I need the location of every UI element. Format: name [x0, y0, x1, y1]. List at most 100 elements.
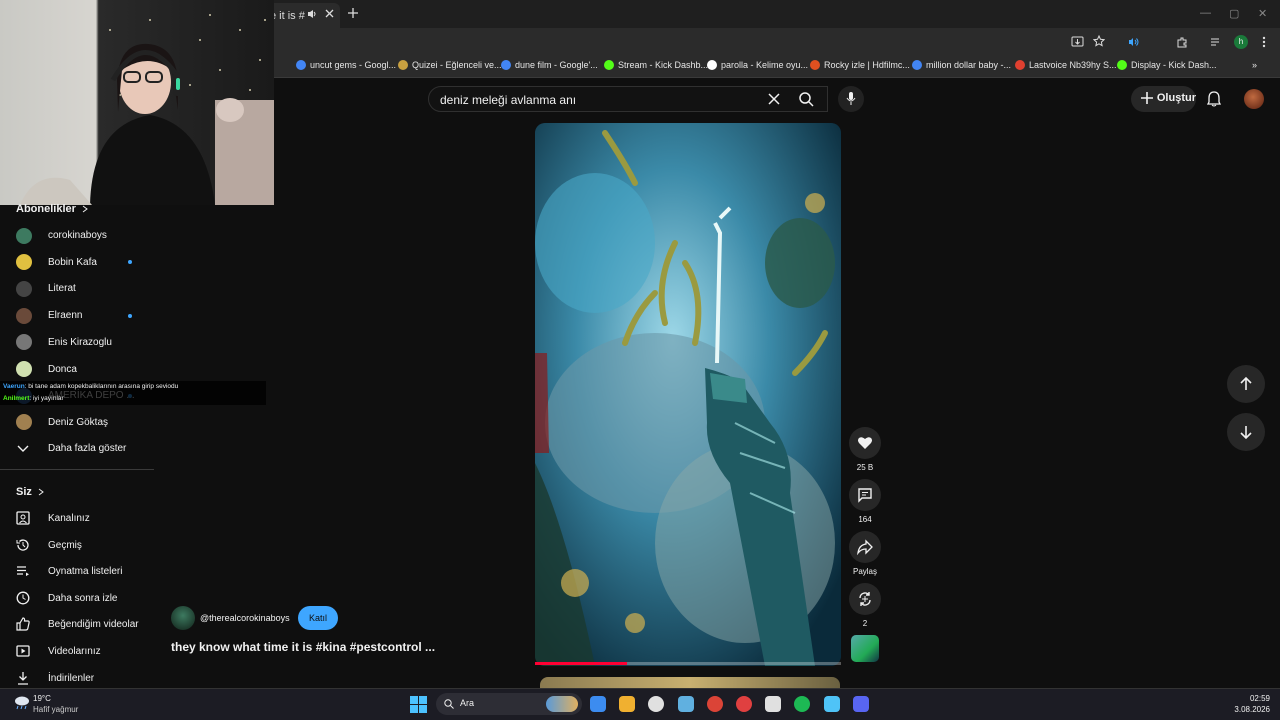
channel-avatar [16, 334, 32, 351]
clock-date[interactable]: 3.08.2026 [1228, 705, 1270, 714]
next-short-button[interactable] [1227, 413, 1265, 451]
clock-time[interactable]: 02:59 [1240, 694, 1270, 703]
subscription-label: Donca [48, 363, 77, 375]
bookmark-item[interactable]: dune film - Google'... [501, 60, 598, 70]
weather-temperature: 19°C [33, 694, 51, 703]
app-icon[interactable] [765, 696, 782, 712]
share-button[interactable] [849, 531, 881, 563]
short-title[interactable]: they know what time it is #kina #pestcon… [171, 640, 435, 654]
bookmark-item[interactable]: uncut gems - Googl... [296, 60, 396, 70]
you-item-label: İndirilenler [48, 672, 95, 684]
bookmark-item[interactable]: Stream - Kick Dashb... [604, 60, 708, 70]
clear-search-icon[interactable] [768, 93, 780, 105]
bookmark-star-icon[interactable] [1093, 35, 1105, 47]
discord-app-icon[interactable] [852, 696, 869, 712]
stream-chat-overlay: Vaerun: bi tane adam kopekbaliklarının a… [0, 381, 266, 405]
chrome-app-icon[interactable] [706, 696, 723, 712]
subscription-label: Deniz Göktaş [48, 416, 109, 428]
new-tab-icon[interactable] [348, 8, 358, 18]
subscription-item[interactable]: Enis Kirazoglu [0, 329, 154, 356]
taskbar-search-label: Ara [460, 698, 475, 708]
subscription-item[interactable]: Elraenn [0, 302, 154, 329]
account-avatar[interactable] [1244, 89, 1264, 109]
sidebar-divider [0, 469, 154, 470]
you-heading[interactable]: Siz [16, 486, 44, 498]
search-icon [444, 699, 454, 709]
subscription-item[interactable]: Bobin Kafa [0, 249, 154, 276]
bookmark-favicon-icon [912, 60, 922, 70]
speaker-icon[interactable] [307, 9, 317, 19]
like-button[interactable] [849, 427, 881, 459]
chat-message: Vaerun: bi tane adam kopekbaliklarının a… [3, 381, 266, 393]
more-bookmarks-icon[interactable]: » [1252, 60, 1257, 70]
underwater-video-frame [535, 123, 841, 666]
remix-button[interactable] [849, 583, 881, 615]
subscriptions-title: Abonelikler [16, 203, 76, 215]
heart-icon [858, 437, 872, 449]
channel-avatar [16, 414, 32, 431]
audio-extension-icon[interactable] [1127, 36, 1139, 48]
channel-name[interactable]: @therealcorokinaboys [200, 613, 290, 623]
channel-avatar [16, 361, 32, 377]
weather-rain-icon[interactable] [13, 694, 31, 710]
bookmark-item[interactable]: Rocky izle | Hdfilmc... [810, 60, 910, 70]
sound-thumbnail[interactable] [851, 635, 879, 662]
minimize-icon[interactable]: — [1200, 7, 1211, 19]
chat-username: Vaerun [3, 383, 25, 390]
install-app-icon[interactable] [1071, 36, 1084, 48]
browser-menu-icon[interactable] [1262, 36, 1266, 48]
previous-short-button[interactable] [1227, 365, 1265, 403]
comments-button[interactable] [849, 479, 881, 511]
tab-search-icon[interactable] [1210, 36, 1223, 48]
bookmark-item[interactable]: Lastvoice Nb39hy S... [1015, 60, 1117, 70]
files-app-icon[interactable] [590, 696, 606, 712]
bookmark-label: Rocky izle | Hdfilmc... [824, 60, 910, 70]
bookmark-favicon-icon [810, 60, 820, 70]
bookmark-label: Stream - Kick Dashb... [618, 60, 709, 70]
show-more-button[interactable]: Daha fazla göster [0, 435, 154, 462]
chat-message: Anilmert: iyi yayınlar [3, 393, 266, 405]
subscription-item[interactable]: Donca [0, 356, 154, 383]
app-icon[interactable] [823, 696, 840, 712]
you-item-label: Videolarınız [48, 646, 101, 657]
bookmark-item[interactable]: million dollar baby -... [912, 60, 1011, 70]
chevron-right-icon [82, 205, 88, 213]
liked-icon [16, 617, 30, 631]
channel-avatar[interactable] [171, 606, 195, 630]
subscription-label: Bobin Kafa [48, 256, 97, 268]
you-item[interactable]: Daha sonra izle [0, 585, 154, 612]
search-button[interactable] [788, 86, 826, 112]
taskbar-search[interactable]: Ara [436, 693, 582, 715]
bookmark-item[interactable]: Display - Kick Dash... [1117, 60, 1217, 70]
you-item[interactable]: Kanalınız [0, 505, 154, 532]
short-video-player[interactable] [535, 123, 841, 666]
you-item[interactable]: Videolarınız [0, 638, 154, 665]
bookmark-label: parolla - Kelime oyu... [721, 60, 809, 70]
new-content-dot [128, 260, 132, 265]
subscription-item[interactable]: Literat [0, 275, 154, 302]
store-app-icon[interactable] [619, 696, 636, 712]
bookmark-item[interactable]: Quizei - Eğlenceli ve... [398, 60, 502, 70]
bookmark-label: million dollar baby -... [926, 60, 1012, 70]
close-window-icon[interactable]: ✕ [1258, 7, 1267, 20]
edge-app-icon[interactable] [677, 696, 694, 712]
create-button[interactable]: Oluştur [1131, 86, 1196, 112]
windows-start-icon[interactable] [410, 696, 427, 713]
extensions-icon[interactable] [1176, 36, 1188, 48]
close-tab-icon[interactable] [325, 9, 334, 18]
profile-avatar[interactable]: h [1234, 35, 1248, 49]
you-item[interactable]: Geçmiş [0, 532, 154, 559]
you-item[interactable]: Beğendiğim videolar [0, 611, 154, 638]
subscription-item[interactable]: corokinaboys [0, 222, 154, 249]
obs-app-icon[interactable] [736, 696, 752, 712]
bookmark-item[interactable]: parolla - Kelime oyu... [707, 60, 808, 70]
join-button[interactable]: Katıl [298, 606, 338, 630]
voice-search-button[interactable] [838, 86, 864, 112]
subscriptions-heading[interactable]: Abonelikler [16, 203, 88, 215]
maximize-icon[interactable]: ▢ [1229, 7, 1239, 20]
microphone-icon [846, 92, 856, 105]
subscription-item[interactable]: Deniz Göktaş [0, 409, 154, 436]
you-item[interactable]: Oynatma listeleri [0, 558, 154, 585]
notifications-icon[interactable] [1207, 91, 1221, 107]
share-icon [857, 539, 873, 555]
